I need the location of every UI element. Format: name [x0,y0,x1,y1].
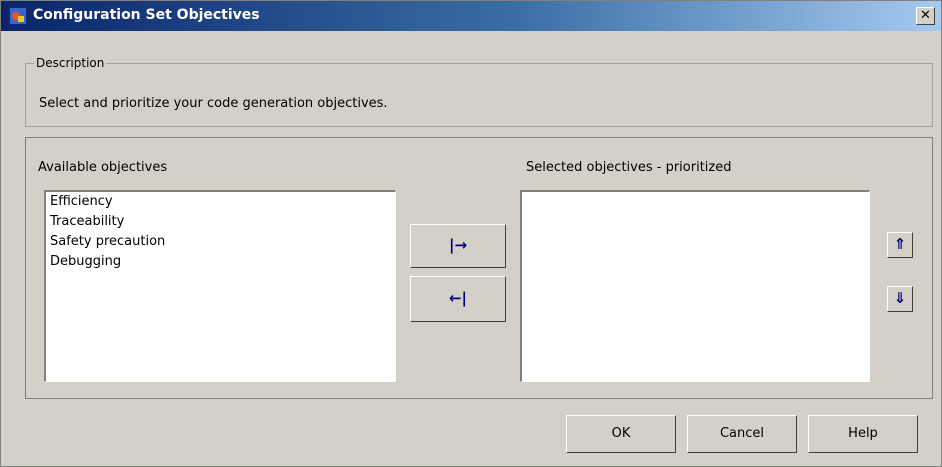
selected-objectives-label: Selected objectives - prioritized [526,160,732,175]
available-objectives-list[interactable]: Efficiency Traceability Safety precaution D… [44,190,396,382]
selected-objectives-list[interactable] [520,190,870,382]
move-up-icon: ⇑ [893,235,907,253]
cancel-button-label: Cancel [719,426,765,441]
close-button[interactable]: ✕ [916,7,935,25]
description-legend: Description [34,56,107,70]
window-title: Configuration Set Objectives [33,7,260,23]
description-text: Select and prioritize your code generati… [39,96,388,111]
remove-objective-button[interactable]: ←| [410,276,506,322]
ok-button-label: OK [611,426,631,441]
list-item[interactable]: Efficiency [46,192,395,212]
arrow-left-from-bar-icon: ←| [448,289,468,307]
move-down-button[interactable]: ⇓ [887,286,913,312]
available-objectives-label: Available objectives [38,160,168,175]
description-group: Description Select and prioritize your c… [25,56,933,127]
ok-button[interactable]: OK [566,415,676,453]
cancel-button[interactable]: Cancel [687,415,797,453]
help-button[interactable]: Help [808,415,918,453]
add-objective-button[interactable]: |→ [410,224,506,268]
move-up-button[interactable]: ⇑ [887,232,913,258]
list-item[interactable]: Traceability [46,212,395,232]
title-bar[interactable]: Configuration Set Objectives ✕ [1,1,941,31]
app-icon [9,7,27,25]
move-down-icon: ⇓ [893,289,907,307]
list-item[interactable]: Debugging [46,252,395,272]
help-button-label: Help [848,426,878,441]
objectives-panel: Available objectives Selected objectives… [25,137,933,399]
close-icon: ✕ [920,8,931,23]
dialog-window: Configuration Set Objectives ✕ Descripti… [0,0,942,467]
list-item[interactable]: Safety precaution [46,232,395,252]
arrow-right-to-bar-icon: |→ [448,236,468,254]
